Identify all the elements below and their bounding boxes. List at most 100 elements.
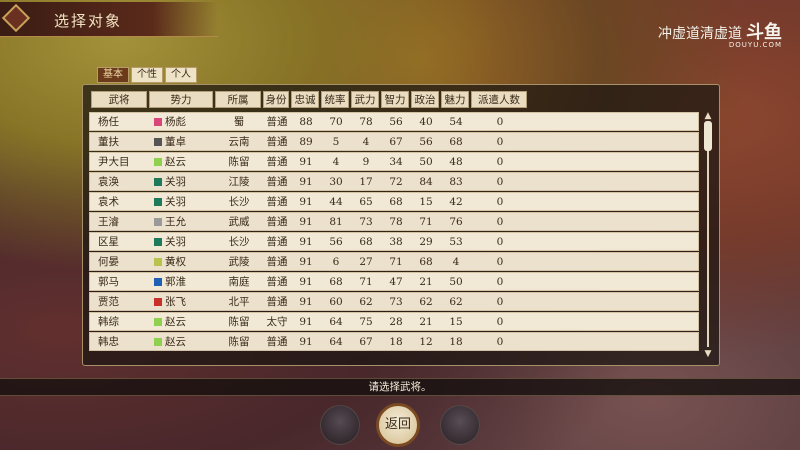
cell-politics: 71 bbox=[419, 216, 433, 228]
cell-charisma: 42 bbox=[449, 196, 463, 208]
col-affiliation-header[interactable]: 所属 bbox=[215, 91, 261, 108]
cell-war: 65 bbox=[359, 196, 373, 208]
tab-bar: 基本 个性 个人 bbox=[97, 67, 197, 83]
cell-loyalty: 89 bbox=[299, 136, 313, 148]
cell-officer: 袁术 bbox=[98, 196, 119, 208]
cell-charisma: 48 bbox=[449, 156, 463, 168]
tab-personal[interactable]: 个人 bbox=[165, 67, 197, 83]
table-row[interactable]: 韩综 赵云 陈留 太守 91 64 75 28 21 15 0 bbox=[89, 312, 699, 331]
page-title: 选择对象 bbox=[54, 12, 123, 30]
cell-leadership: 68 bbox=[329, 276, 343, 288]
cell-charisma: 68 bbox=[449, 136, 463, 148]
cell-force: 关羽 bbox=[154, 173, 214, 191]
right-action-button[interactable] bbox=[440, 405, 480, 445]
cell-intelligence: 71 bbox=[389, 256, 403, 268]
scroll-track[interactable] bbox=[707, 123, 709, 347]
col-leadership-header[interactable]: 统率 bbox=[321, 91, 349, 108]
cell-dispatch: 0 bbox=[496, 296, 504, 308]
col-intelligence-header[interactable]: 智力 bbox=[381, 91, 409, 108]
col-war-header[interactable]: 武力 bbox=[351, 91, 379, 108]
cell-officer: 尹大目 bbox=[98, 156, 130, 168]
cell-politics: 21 bbox=[419, 316, 433, 328]
force-color-swatch bbox=[154, 158, 162, 166]
cell-politics: 84 bbox=[419, 176, 433, 188]
col-officer-header[interactable]: 武将 bbox=[91, 91, 147, 108]
table-row[interactable]: 王濬 王允 武威 普通 91 81 73 78 71 76 0 bbox=[89, 212, 699, 231]
force-name: 关羽 bbox=[165, 236, 186, 248]
cell-force: 关羽 bbox=[154, 233, 214, 251]
force-name: 赵云 bbox=[165, 336, 186, 348]
force-color-swatch bbox=[154, 198, 162, 206]
table-row[interactable]: 贾范 张飞 北平 普通 91 60 62 73 62 62 0 bbox=[89, 292, 699, 311]
cell-intelligence: 38 bbox=[389, 236, 403, 248]
cell-leadership: 81 bbox=[329, 216, 343, 228]
cell-leadership: 56 bbox=[329, 236, 343, 248]
cell-loyalty: 91 bbox=[299, 256, 313, 268]
cell-force: 董卓 bbox=[154, 133, 214, 151]
cell-charisma: 15 bbox=[449, 316, 463, 328]
col-politics-header[interactable]: 政治 bbox=[411, 91, 439, 108]
col-dispatch-header[interactable]: 派遣人数 bbox=[471, 91, 527, 108]
col-force-header[interactable]: 势力 bbox=[149, 91, 213, 108]
tab-basic[interactable]: 基本 bbox=[97, 67, 129, 83]
force-color-swatch bbox=[154, 138, 162, 146]
back-button[interactable]: 返回 bbox=[376, 403, 420, 447]
table-row[interactable]: 郭马 郭淮 南庭 普通 91 68 71 47 21 50 0 bbox=[89, 272, 699, 291]
cell-war: 71 bbox=[359, 276, 373, 288]
table-row[interactable]: 袁涣 关羽 江陵 普通 91 30 17 72 84 83 0 bbox=[89, 172, 699, 191]
table-row[interactable]: 董扶 董卓 云南 普通 89 5 4 67 56 68 0 bbox=[89, 132, 699, 151]
force-name: 赵云 bbox=[165, 316, 186, 328]
cell-status: 普通 bbox=[266, 276, 288, 288]
watermark-text: 冲虚道清虚道 bbox=[658, 26, 742, 42]
cell-officer: 董扶 bbox=[98, 136, 119, 148]
cell-politics: 15 bbox=[419, 196, 433, 208]
cell-status: 普通 bbox=[266, 176, 288, 188]
table-row[interactable]: 何晏 黄权 武陵 普通 91 6 27 71 68 4 0 bbox=[89, 252, 699, 271]
cell-affiliation: 云南 bbox=[228, 136, 250, 148]
force-name: 赵云 bbox=[165, 156, 186, 168]
cell-war: 27 bbox=[359, 256, 373, 268]
cell-loyalty: 91 bbox=[299, 216, 313, 228]
cell-officer: 何晏 bbox=[98, 256, 119, 268]
force-color-swatch bbox=[154, 318, 162, 326]
table-row[interactable]: 杨任 杨彪 蜀 普通 88 70 78 56 40 54 0 bbox=[89, 112, 699, 131]
force-name: 黄权 bbox=[165, 256, 186, 268]
cell-intelligence: 68 bbox=[389, 196, 403, 208]
table-row[interactable]: 袁术 关羽 长沙 普通 91 44 65 68 15 42 0 bbox=[89, 192, 699, 211]
table-row[interactable]: 区星 关羽 长沙 普通 91 56 68 38 29 53 0 bbox=[89, 232, 699, 251]
cell-force: 张飞 bbox=[154, 293, 214, 311]
cell-loyalty: 91 bbox=[299, 336, 313, 348]
cell-leadership: 44 bbox=[329, 196, 343, 208]
cell-politics: 21 bbox=[419, 276, 433, 288]
cell-politics: 12 bbox=[419, 336, 433, 348]
table-row[interactable]: 韩忠 赵云 陈留 普通 91 64 67 18 12 18 0 bbox=[89, 332, 699, 351]
scrollbar[interactable]: ▲ ▼ bbox=[702, 111, 714, 359]
cell-force: 杨彪 bbox=[154, 113, 214, 131]
scroll-up-icon[interactable]: ▲ bbox=[702, 111, 714, 121]
cell-intelligence: 18 bbox=[389, 336, 403, 348]
force-color-swatch bbox=[154, 278, 162, 286]
col-charisma-header[interactable]: 魅力 bbox=[441, 91, 469, 108]
tab-personality[interactable]: 个性 bbox=[131, 67, 163, 83]
col-status-header[interactable]: 身份 bbox=[263, 91, 289, 108]
scroll-down-icon[interactable]: ▼ bbox=[702, 349, 714, 359]
force-name: 杨彪 bbox=[165, 116, 186, 128]
cell-loyalty: 91 bbox=[299, 236, 313, 248]
scroll-thumb[interactable] bbox=[704, 121, 712, 151]
cell-dispatch: 0 bbox=[496, 116, 504, 128]
left-action-button[interactable] bbox=[320, 405, 360, 445]
cell-politics: 62 bbox=[419, 296, 433, 308]
cell-war: 78 bbox=[359, 116, 373, 128]
cell-politics: 56 bbox=[419, 136, 433, 148]
cell-force: 黄权 bbox=[154, 253, 214, 271]
cell-dispatch: 0 bbox=[496, 236, 504, 248]
cell-force: 赵云 bbox=[154, 313, 214, 331]
cell-officer: 袁涣 bbox=[98, 176, 119, 188]
cell-leadership: 60 bbox=[329, 296, 343, 308]
col-loyalty-header[interactable]: 忠诚 bbox=[291, 91, 319, 108]
cell-affiliation: 北平 bbox=[228, 296, 250, 308]
emblem-icon bbox=[1, 3, 31, 33]
force-name: 张飞 bbox=[165, 296, 186, 308]
cell-affiliation: 武陵 bbox=[228, 256, 250, 268]
table-row[interactable]: 尹大目 赵云 陈留 普通 91 4 9 34 50 48 0 bbox=[89, 152, 699, 171]
